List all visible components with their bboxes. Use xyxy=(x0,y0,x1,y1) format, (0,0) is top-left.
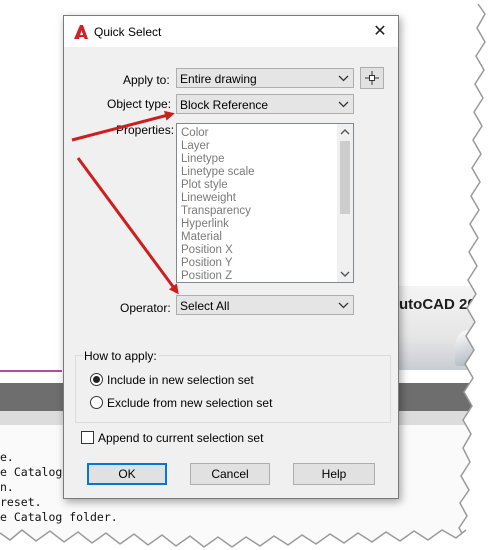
exclude-radio[interactable] xyxy=(90,396,103,409)
list-item[interactable]: Plot style xyxy=(181,179,228,192)
scroll-down-arrow-icon[interactable] xyxy=(337,266,353,282)
properties-list[interactable]: Color Layer Linetype Linetype scale Plot… xyxy=(176,123,354,283)
quick-select-dialog: Quick Select ✕ Apply to: Entire drawing … xyxy=(63,15,399,499)
dialog-titlebar[interactable]: Quick Select ✕ xyxy=(64,16,398,47)
list-item[interactable]: Material xyxy=(181,231,222,244)
scroll-thumb[interactable] xyxy=(340,141,350,214)
operator-dropdown[interactable]: Select All xyxy=(176,295,354,315)
list-item[interactable]: Linetype xyxy=(181,153,224,166)
list-item[interactable]: Color xyxy=(181,127,208,140)
how-to-apply-group xyxy=(75,355,391,423)
list-item[interactable]: Transparency xyxy=(181,205,251,218)
dialog-title: Quick Select xyxy=(94,25,162,39)
exclude-radio-label[interactable]: Exclude from new selection set xyxy=(107,396,272,410)
append-checkbox-label[interactable]: Append to current selection set xyxy=(98,431,263,445)
list-item[interactable]: Position Z xyxy=(181,270,232,282)
console-line: e. xyxy=(0,450,14,464)
apply-to-value: Entire drawing xyxy=(180,72,257,86)
chevron-down-icon xyxy=(338,101,349,108)
ok-button[interactable]: OK xyxy=(87,463,167,485)
include-radio[interactable] xyxy=(90,373,103,386)
autocad-logo-icon xyxy=(74,25,88,39)
splash-banner-text: utoCAD 20 xyxy=(399,296,476,313)
include-radio-label[interactable]: Include in new selection set xyxy=(107,373,254,387)
console-line: reset. xyxy=(0,495,42,509)
splash-swoosh-graphic xyxy=(455,330,481,366)
close-button[interactable]: ✕ xyxy=(368,20,392,44)
list-item[interactable]: Linetype scale xyxy=(181,166,255,179)
chevron-down-icon xyxy=(338,75,349,82)
console-line: e Catalog folder. xyxy=(0,510,118,524)
cancel-button[interactable]: Cancel xyxy=(190,463,270,485)
append-checkbox[interactable] xyxy=(81,431,94,444)
how-to-apply-legend: How to apply: xyxy=(83,349,158,363)
chevron-down-icon xyxy=(338,302,349,309)
list-item[interactable]: Position X xyxy=(181,244,233,257)
radio-selected-dot xyxy=(93,376,100,383)
crosshair-pick-icon xyxy=(365,71,379,85)
console-line: n. xyxy=(0,480,14,494)
object-type-dropdown[interactable]: Block Reference xyxy=(176,94,354,114)
close-icon: ✕ xyxy=(373,23,387,40)
apply-to-dropdown[interactable]: Entire drawing xyxy=(176,68,354,88)
list-item[interactable]: Position Y xyxy=(181,257,233,270)
operator-value: Select All xyxy=(180,299,230,313)
scroll-up-arrow-icon[interactable] xyxy=(337,124,353,140)
list-item[interactable]: Lineweight xyxy=(181,192,236,205)
operator-label: Operator: xyxy=(120,301,171,315)
console-line: e Catalog xyxy=(0,465,63,479)
object-type-value: Block Reference xyxy=(180,98,269,112)
drawing-border-line xyxy=(0,370,62,372)
select-objects-button[interactable] xyxy=(360,67,384,89)
object-type-label: Object type: xyxy=(107,97,172,111)
properties-scrollbar[interactable] xyxy=(337,124,353,282)
list-item[interactable]: Hyperlink xyxy=(181,218,229,231)
help-button[interactable]: Help xyxy=(293,463,375,485)
list-item[interactable]: Layer xyxy=(181,140,210,153)
properties-label: Properties: xyxy=(116,123,175,137)
apply-to-label: Apply to: xyxy=(123,73,170,87)
